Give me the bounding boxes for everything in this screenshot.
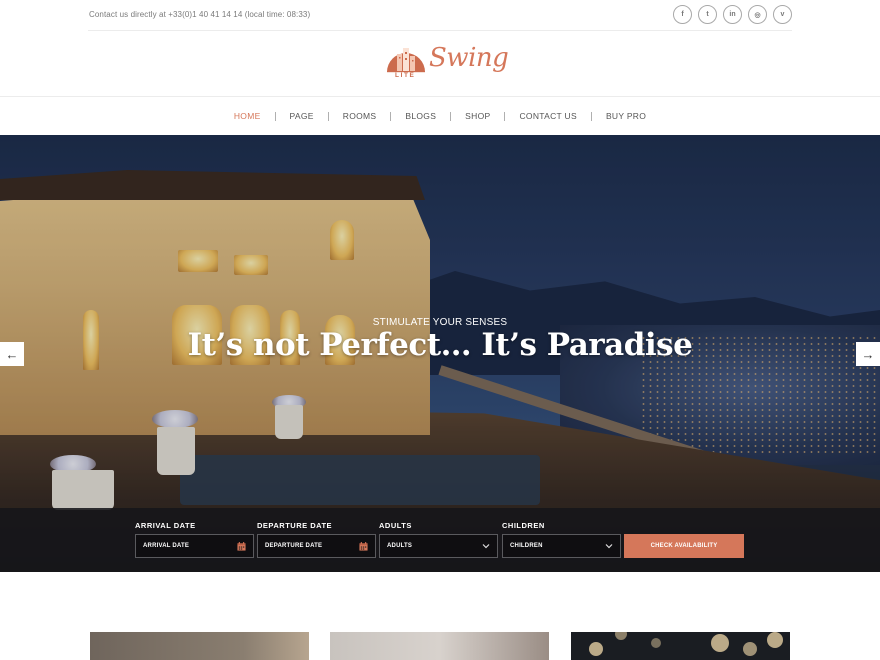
- calendar-icon[interactable]: [359, 541, 368, 551]
- adults-field: ADULTS ADULTS: [379, 521, 498, 558]
- room-card-image[interactable]: [90, 632, 309, 660]
- vimeo-icon[interactable]: v: [773, 5, 792, 24]
- children-select[interactable]: CHILDREN: [502, 534, 621, 558]
- nav-item-contact-us[interactable]: CONTACT US: [505, 111, 590, 121]
- room-card-image[interactable]: [571, 632, 790, 660]
- departure-date-label: DEPARTURE DATE: [257, 521, 333, 530]
- booking-form: ARRIVAL DATE ARRIVAL DATE DEPARTURE DATE: [0, 508, 880, 572]
- logo-name: Swing: [429, 43, 509, 73]
- departure-date-value: DEPARTURE DATE: [265, 543, 323, 549]
- social-links: f t in ◎ v: [673, 5, 792, 24]
- topbar-divider: [88, 30, 792, 31]
- arrival-date-label: ARRIVAL DATE: [135, 521, 196, 530]
- slider-prev-button[interactable]: ←: [0, 342, 24, 366]
- nav-item-shop[interactable]: SHOP: [451, 111, 504, 121]
- site-logo[interactable]: Swing LITE: [385, 41, 509, 83]
- hero-slider: STIMULATE YOUR SENSES It’s not Perfect… …: [0, 135, 880, 572]
- children-field: CHILDREN CHILDREN: [502, 521, 621, 558]
- nav-item-page[interactable]: PAGE: [276, 111, 328, 121]
- nav-item-rooms[interactable]: ROOMS: [329, 111, 391, 121]
- children-label: CHILDREN: [502, 521, 545, 530]
- arrow-left-icon: ←: [5, 346, 19, 362]
- adults-value: ADULTS: [387, 543, 413, 549]
- nav-item-buy-pro[interactable]: BUY PRO: [592, 111, 660, 121]
- slider-next-button[interactable]: →: [856, 342, 880, 366]
- logo-sub: LITE: [395, 72, 416, 79]
- departure-date-input[interactable]: DEPARTURE DATE: [257, 534, 376, 558]
- calendar-icon[interactable]: [237, 541, 246, 551]
- check-availability-button[interactable]: CHECK AVAILABILITY: [624, 534, 744, 558]
- adults-label: ADULTS: [379, 521, 412, 530]
- chevron-down-icon: [605, 544, 613, 549]
- adults-select[interactable]: ADULTS: [379, 534, 498, 558]
- top-bar: Contact us directly at +33(0)1 40 41 14 …: [0, 0, 880, 30]
- children-value: CHILDREN: [510, 543, 543, 549]
- arrival-date-value: ARRIVAL DATE: [143, 543, 190, 549]
- hero-title: It’s not Perfect… It’s Paradise: [187, 327, 693, 363]
- nav-item-home[interactable]: HOME: [220, 111, 275, 121]
- contact-text: Contact us directly at +33(0)1 40 41 14 …: [89, 10, 311, 19]
- facebook-icon[interactable]: f: [673, 5, 692, 24]
- chevron-down-icon: [482, 544, 490, 549]
- departure-date-field: DEPARTURE DATE DEPARTURE DATE: [257, 521, 376, 558]
- instagram-icon[interactable]: ◎: [748, 5, 767, 24]
- arrival-date-input[interactable]: ARRIVAL DATE: [135, 534, 254, 558]
- nav-item-blogs[interactable]: BLOGS: [391, 111, 450, 121]
- twitter-icon[interactable]: t: [698, 5, 717, 24]
- main-nav: HOME PAGE ROOMS BLOGS SHOP CONTACT US BU…: [0, 97, 880, 135]
- linkedin-icon[interactable]: in: [723, 5, 742, 24]
- arrow-right-icon: →: [861, 346, 875, 362]
- room-card-image[interactable]: [330, 632, 549, 660]
- arrival-date-field: ARRIVAL DATE ARRIVAL DATE: [135, 521, 254, 558]
